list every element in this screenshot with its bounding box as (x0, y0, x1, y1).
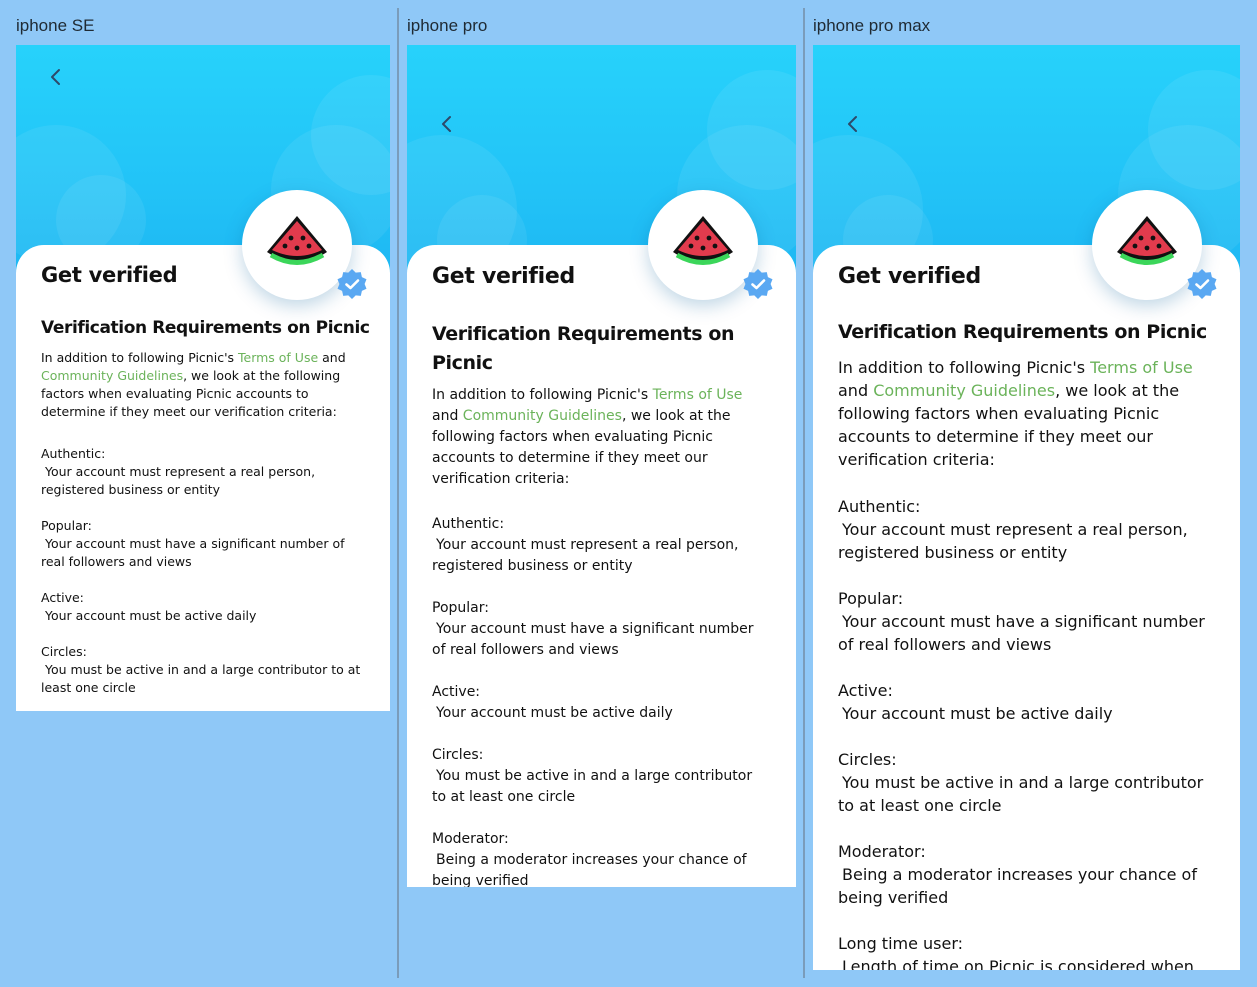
requirement-description: Your account must be active daily (45, 608, 257, 623)
watermelon-icon (673, 216, 733, 265)
requirement-item: Active: Your account must be active dail… (432, 682, 767, 724)
requirement-item: Authentic: Your account must represent a… (838, 495, 1218, 564)
requirement-description: Your account must be active daily (436, 705, 673, 721)
requirement-description: You must be active in and a large contri… (41, 662, 361, 695)
community-guidelines-link[interactable]: Community Guidelines (463, 408, 622, 424)
requirement-heading: Circles: (41, 644, 87, 659)
device-label: iphone pro (407, 16, 488, 35)
requirement-heading: Authentic: (838, 497, 921, 516)
page-title: Get verified (41, 263, 178, 287)
intro-part: and (838, 381, 874, 400)
requirement-description: Your account must have a significant num… (838, 612, 1205, 654)
requirement-description: Your account must have a significant num… (432, 621, 754, 658)
phone-frame-pro-max: Get verified Verification Requirements o… (813, 45, 1240, 970)
intro-part: and (318, 350, 346, 365)
requirement-heading: Active: (41, 590, 84, 605)
requirement-item: Moderator: Being a moderator increases y… (838, 840, 1218, 909)
requirement-item: Circles: You must be active in and a lar… (838, 748, 1218, 817)
requirement-item: Popular: Your account must have a signif… (838, 587, 1218, 656)
requirement-item: Popular: Your account must have a signif… (432, 598, 767, 661)
phone-frame-se: Get verified Verification Requirements o… (16, 45, 390, 711)
chevron-left-icon[interactable] (441, 114, 453, 134)
device-label: iphone pro max (813, 16, 931, 35)
requirement-description: Your account must have a significant num… (41, 536, 345, 569)
terms-of-use-link[interactable]: Terms of Use (653, 387, 743, 403)
chevron-left-icon[interactable] (847, 114, 859, 134)
requirement-description: Your account must represent a real perso… (41, 464, 316, 497)
avatar (242, 190, 367, 300)
verified-badge-icon (337, 269, 367, 299)
device-label: iphone SE (16, 16, 95, 35)
requirement-description: Your account must represent a real perso… (432, 537, 739, 574)
requirement-item: Active: Your account must be active dail… (41, 589, 361, 625)
requirement-description: Length of time on Picnic is considered w… (842, 957, 1194, 970)
requirement-description: You must be active in and a large contri… (432, 768, 753, 805)
requirement-item: Popular: Your account must have a signif… (41, 517, 361, 571)
phone-frame-pro: Get verified Verification Requirements o… (407, 45, 796, 887)
requirement-heading: Popular: (838, 589, 904, 608)
requirement-item: Active: Your account must be active dail… (838, 679, 1218, 725)
requirement-description: Your account must represent a real perso… (838, 520, 1188, 562)
terms-of-use-link[interactable]: Terms of Use (1090, 358, 1193, 377)
community-guidelines-link[interactable]: Community Guidelines (41, 368, 183, 383)
intro-text: In addition to following Picnic's Terms … (432, 385, 762, 490)
terms-of-use-link[interactable]: Terms of Use (238, 350, 318, 365)
watermelon-icon (267, 216, 327, 265)
section-heading: Verification Requirements on Picnic (838, 321, 1207, 343)
requirement-heading: Circles: (432, 747, 484, 763)
watermelon-icon (1117, 216, 1177, 265)
requirement-heading: Moderator: (432, 831, 509, 847)
verified-badge-icon (1187, 269, 1217, 299)
requirement-heading: Circles: (838, 750, 897, 769)
requirement-item: Circles: You must be active in and a lar… (432, 745, 767, 808)
chevron-left-icon[interactable] (50, 67, 62, 87)
requirement-heading: Long time user: (838, 934, 964, 953)
page-title: Get verified (838, 264, 981, 289)
requirement-heading: Authentic: (432, 516, 505, 532)
requirement-heading: Active: (432, 684, 481, 700)
section-heading: Verification Requirements on Picnic (41, 318, 370, 338)
intro-part: In addition to following Picnic's (432, 387, 653, 403)
intro-part: and (432, 408, 463, 424)
requirement-heading: Popular: (41, 518, 92, 533)
avatar (648, 190, 773, 300)
section-heading: Verification Requirements on Picnic (432, 323, 735, 374)
content-card: Get verified Verification Requirements o… (16, 245, 390, 711)
requirement-description: You must be active in and a large contri… (838, 773, 1204, 815)
requirement-description: Your account must be active daily (842, 704, 1113, 723)
requirement-item: Authentic: Your account must represent a… (41, 445, 361, 499)
verified-badge-icon (743, 269, 773, 299)
intro-part: In addition to following Picnic's (838, 358, 1091, 377)
frame-divider (397, 8, 399, 978)
intro-part: In addition to following Picnic's (41, 350, 238, 365)
requirement-heading: Active: (838, 681, 893, 700)
requirement-heading: Moderator: (838, 842, 926, 861)
requirement-heading: Authentic: (41, 446, 106, 461)
requirement-item: Moderator: Being a moderator increases y… (432, 829, 767, 887)
content-card: Get verified Verification Requirements o… (813, 245, 1240, 970)
community-guidelines-link[interactable]: Community Guidelines (873, 381, 1055, 400)
content-card: Get verified Verification Requirements o… (407, 245, 796, 887)
requirement-heading: Popular: (432, 600, 489, 616)
requirement-description: Being a moderator increases your chance … (838, 865, 1197, 907)
requirement-item: Long time user: Length of time on Picnic… (838, 932, 1218, 970)
requirement-item: Circles: You must be active in and a lar… (41, 643, 361, 697)
intro-text: In addition to following Picnic's Terms … (838, 356, 1218, 471)
avatar (1092, 190, 1217, 300)
intro-text: In addition to following Picnic's Terms … (41, 349, 361, 421)
page-title: Get verified (432, 264, 575, 289)
requirement-description: Being a moderator increases your chance … (432, 852, 747, 887)
frame-divider (803, 8, 805, 978)
requirement-item: Authentic: Your account must represent a… (432, 514, 767, 577)
